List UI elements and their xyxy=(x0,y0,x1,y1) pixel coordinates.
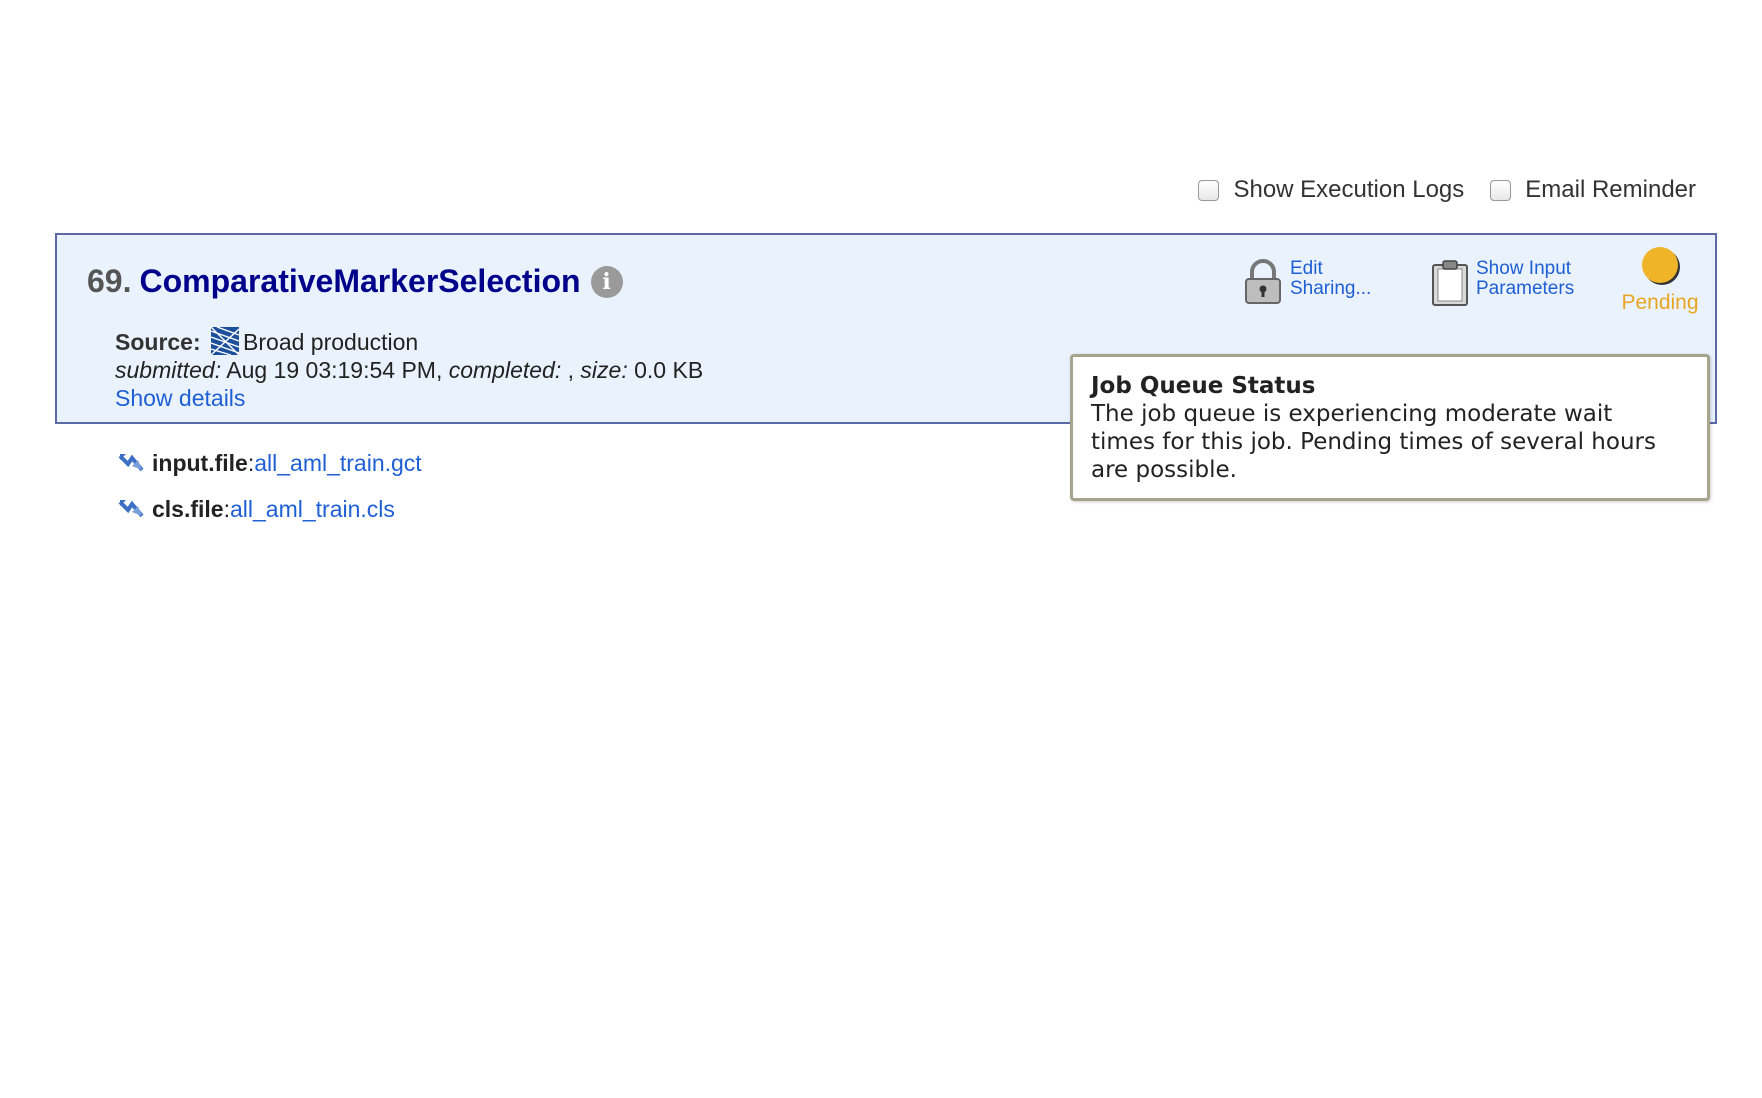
tooltip-line3: are possible. xyxy=(1091,457,1237,483)
status-pending-icon[interactable] xyxy=(1642,247,1678,283)
show-execution-logs-checkbox[interactable]: Show Execution Logs xyxy=(1198,176,1464,204)
param-file-link[interactable]: all_aml_train.cls xyxy=(230,496,395,523)
edit-sharing-line1[interactable]: Edit xyxy=(1290,258,1323,279)
source-value: Broad production xyxy=(243,329,419,355)
completed-value: , xyxy=(567,357,575,383)
clipboard-icon xyxy=(1432,260,1468,306)
list-item: input.file: all_aml_train.gct xyxy=(118,440,422,486)
edit-sharing-button[interactable]: Edit Sharing... xyxy=(1242,259,1371,305)
job-status[interactable]: Pending xyxy=(1615,247,1705,315)
status-label: Pending xyxy=(1621,291,1699,314)
job-title-row: 69. ComparativeMarkerSelection i xyxy=(87,263,623,300)
file-arrow-icon[interactable] xyxy=(118,498,144,520)
tooltip-title: Job Queue Status xyxy=(1091,373,1316,399)
email-reminder-box[interactable] xyxy=(1490,179,1512,201)
show-details-link[interactable]: Show details xyxy=(115,385,245,411)
completed-label: completed: xyxy=(448,357,562,383)
job-name-link[interactable]: ComparativeMarkerSelection xyxy=(139,263,580,300)
show-input-parameters-button[interactable]: Show Input Parameters xyxy=(1430,259,1574,307)
list-item: cls.file: all_aml_train.cls xyxy=(118,486,422,532)
tooltip-line1: The job queue is experiencing moderate w… xyxy=(1091,401,1613,427)
edit-sharing-label[interactable]: Edit Sharing... xyxy=(1290,259,1371,299)
param-name: input.file xyxy=(152,449,248,476)
info-icon[interactable]: i xyxy=(590,265,623,298)
tooltip-body: The job queue is experiencing moderate w… xyxy=(1091,400,1689,484)
job-meta: Source: Broad production submitted: Aug … xyxy=(115,327,703,412)
submitted-value: Aug 19 03:19:54 PM, xyxy=(226,357,443,383)
show-input-line1[interactable]: Show Input xyxy=(1476,258,1571,279)
param-name: cls.file xyxy=(152,495,224,522)
source-line: Source: Broad production xyxy=(115,327,703,356)
tooltip-line2: times for this job. Pending times of sev… xyxy=(1091,429,1656,455)
show-execution-logs-label[interactable]: Show Execution Logs xyxy=(1233,176,1464,204)
input-parameters-list: input.file: all_aml_train.gct cls.file: … xyxy=(118,440,422,532)
source-label: Source: xyxy=(115,329,201,355)
show-execution-logs-box[interactable] xyxy=(1198,179,1220,201)
lock-icon xyxy=(1245,259,1281,304)
size-value: 0.0 KB xyxy=(634,357,704,383)
email-reminder-checkbox[interactable]: Email Reminder xyxy=(1490,176,1696,204)
job-queue-status-tooltip: Job Queue Status The job queue is experi… xyxy=(1070,354,1710,501)
edit-sharing-line2[interactable]: Sharing... xyxy=(1290,278,1371,299)
show-input-line2[interactable]: Parameters xyxy=(1476,278,1574,299)
file-arrow-icon[interactable] xyxy=(118,452,144,474)
show-input-label[interactable]: Show Input Parameters xyxy=(1476,259,1574,299)
submitted-label: submitted: xyxy=(115,357,222,383)
job-number: 69. xyxy=(87,263,132,299)
job-options-bar: Show Execution Logs Email Reminder xyxy=(1172,176,1696,204)
size-label: size: xyxy=(580,357,628,383)
timing-line: submitted: Aug 19 03:19:54 PM, completed… xyxy=(115,356,703,384)
broad-logo-icon xyxy=(211,327,240,355)
email-reminder-label[interactable]: Email Reminder xyxy=(1525,176,1696,204)
param-file-link[interactable]: all_aml_train.gct xyxy=(254,450,421,477)
